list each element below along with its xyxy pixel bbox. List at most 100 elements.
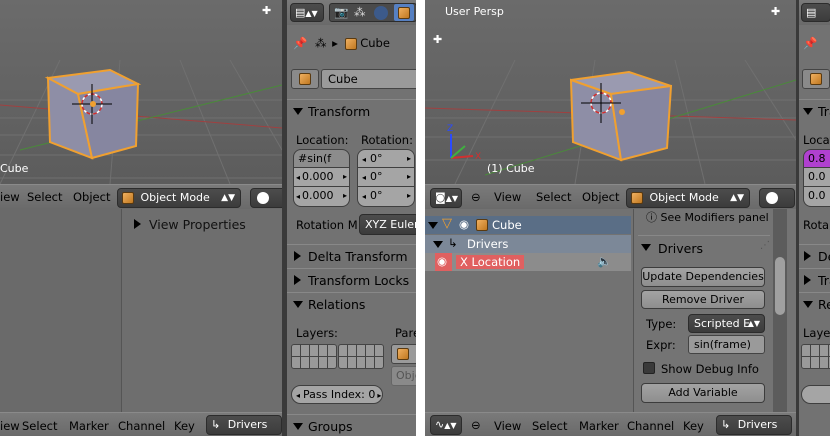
right-bottom-collapse-icon[interactable]: ⊖ xyxy=(471,418,481,432)
pin-icon[interactable]: 📌 xyxy=(293,36,307,50)
right-3d-viewport[interactable]: Z X User Persp (1) Cube ✚ ✚ xyxy=(425,0,796,184)
update-dependencies-button[interactable]: Update Dependencies xyxy=(641,267,765,287)
remove-driver-button[interactable]: Remove Driver xyxy=(641,290,765,309)
transform-locks-header[interactable]: Transform Locks xyxy=(287,268,416,291)
object-tab-icon[interactable] xyxy=(394,4,414,21)
peek-delta-header[interactable]: De xyxy=(799,244,830,267)
rotation-x-field[interactable]: ◂ 0° ▸ xyxy=(357,149,415,168)
channel-row-object[interactable]: ▽ ◉ Cube xyxy=(425,216,631,234)
right-shading-selector[interactable] xyxy=(759,188,795,208)
collapse-triangle-icon xyxy=(428,222,438,229)
graph-curve-icon: ∿ xyxy=(435,418,445,431)
props-tabs[interactable]: 📷 ⁂ xyxy=(329,3,417,22)
add-variable-button[interactable]: Add Variable xyxy=(641,383,765,403)
left-mode-selector[interactable]: Object Mode ▲▼ xyxy=(117,188,241,208)
location-x-field[interactable]: #sin(f xyxy=(293,149,350,168)
layers-grid-left[interactable] xyxy=(291,344,337,369)
drivers-panel-scrollbar[interactable] xyxy=(773,209,787,412)
layers-grid-right[interactable] xyxy=(338,344,384,369)
location-y-field[interactable]: ◂ 0.000 ▸ xyxy=(293,168,350,187)
left-viewport-add-icon[interactable]: ✚ xyxy=(262,4,271,17)
left-shading-selector[interactable] xyxy=(250,188,286,208)
left-bottom-select[interactable]: Select xyxy=(22,419,57,433)
type-label: Type: xyxy=(646,317,677,331)
pass-index-field[interactable]: ◂ Pass Index: 0 ▸ xyxy=(291,385,383,404)
right-editor-type[interactable]: ◙▲▼ xyxy=(430,188,462,208)
delta-transform-header[interactable]: Delta Transform xyxy=(287,244,416,267)
right-drivers-editor-type[interactable]: ∿▲▼ xyxy=(430,415,462,435)
drivers-section-header[interactable]: Drivers ⋰ xyxy=(638,235,770,259)
left-viewport-scene xyxy=(0,59,282,184)
left-menu-view[interactable]: iew xyxy=(0,190,20,204)
location-fields: #sin(f ◂ 0.000 ▸ ◂ 0.000 ▸ xyxy=(293,149,350,207)
left-menu-object[interactable]: Object xyxy=(73,190,110,204)
left-viewport-object-label: Cube xyxy=(0,162,29,175)
parent-object-field[interactable] xyxy=(391,344,417,364)
driver-icon: ↳ xyxy=(448,236,458,250)
scene-tab-icon[interactable]: ⁂ xyxy=(354,5,366,19)
peek-relations-header[interactable]: Re xyxy=(799,292,830,315)
channel-row-drivers[interactable]: ↳ Drivers xyxy=(425,235,631,253)
peek-transform-header[interactable]: Tra xyxy=(799,99,830,122)
expression-field[interactable]: sin(frame) xyxy=(688,335,765,354)
expr-label: Expr: xyxy=(646,338,676,352)
rotation-y-field[interactable]: ◂ 0° ▸ xyxy=(357,168,415,187)
right-menu-select[interactable]: Select xyxy=(536,190,571,204)
peek-location-y[interactable]: 0.0 xyxy=(803,168,830,187)
visibility-eye-icon[interactable]: ◉ xyxy=(437,254,447,268)
right-editor-mode[interactable]: ↳ Drivers xyxy=(716,415,792,435)
left-view-properties[interactable]: View Properties xyxy=(134,217,246,232)
rotation-z-field[interactable]: ◂ 0° ▸ xyxy=(357,187,415,207)
object-name-field[interactable]: Cube xyxy=(321,69,421,89)
right-collapse-icon[interactable]: ⊖ xyxy=(471,190,481,204)
right-viewport-add-icon[interactable]: ✚ xyxy=(771,5,780,18)
left-bottom-key[interactable]: Key xyxy=(174,419,195,433)
show-debug-checkbox[interactable] xyxy=(643,362,655,374)
right-menu-object[interactable]: Object xyxy=(582,190,619,204)
right-viewport-add-icon-left[interactable]: ✚ xyxy=(433,33,442,46)
peek-pin-icon[interactable]: 📌 xyxy=(803,36,817,50)
peek-locks-header[interactable]: Tra xyxy=(799,268,830,291)
right-bottom-channel[interactable]: Channel xyxy=(627,419,674,433)
updown-arrows-icon: ▲▼ xyxy=(730,193,744,203)
rotation-mode-selector[interactable]: XYZ Euler xyxy=(359,214,419,235)
left-bottom-channel[interactable]: Channel xyxy=(118,419,165,433)
groups-header[interactable]: Groups xyxy=(287,414,416,437)
peek-location-label: Locat xyxy=(803,133,830,147)
drag-grip-icon[interactable]: ⋰ xyxy=(760,240,770,251)
mute-speaker-icon[interactable]: 🔈 xyxy=(597,254,611,268)
channel-row-x-location[interactable]: ◉ X Location 🔈 xyxy=(425,253,631,271)
right-bottom-view[interactable]: View xyxy=(494,419,521,433)
peek-layers-grid[interactable] xyxy=(801,344,830,369)
rotation-fields: ◂ 0° ▸ ◂ 0° ▸ ◂ 0° ▸ xyxy=(357,149,415,207)
location-z-field[interactable]: ◂ 0.000 ▸ xyxy=(293,187,350,207)
peek-header: ▤ xyxy=(799,0,830,25)
right-mode-selector[interactable]: Object Mode ▲▼ xyxy=(626,188,750,208)
cube-icon xyxy=(476,219,488,231)
left-bottom-view[interactable]: iew xyxy=(0,419,20,433)
right-bottom-select[interactable]: Select xyxy=(532,419,567,433)
left-editor-mode[interactable]: ↳ Drivers xyxy=(206,415,282,435)
image-separator xyxy=(416,0,425,436)
transform-panel-header[interactable]: Transform xyxy=(287,99,416,122)
relations-header[interactable]: Relations xyxy=(287,292,416,315)
left-3d-viewport[interactable]: Cube ✚ xyxy=(0,0,282,184)
world-tab-icon[interactable] xyxy=(374,6,388,20)
peek-pass-index[interactable] xyxy=(801,385,830,404)
driver-type-selector[interactable]: Scripted E ▲▼ xyxy=(688,314,765,333)
left-bottom-marker[interactable]: Marker xyxy=(69,419,109,433)
right-bottom-key[interactable]: Key xyxy=(683,419,704,433)
right-viewport-persp-label: User Persp xyxy=(445,5,504,18)
props-editor-type[interactable]: ▤▲▼ xyxy=(290,3,324,22)
scrollbar-thumb[interactable] xyxy=(775,257,785,315)
peek-location-z[interactable]: 0.0 xyxy=(803,187,830,207)
peek-editor-type[interactable]: ▤ xyxy=(801,3,830,22)
peek-location-x[interactable]: 0.8 xyxy=(803,149,830,168)
right-menu-view[interactable]: View xyxy=(494,190,521,204)
left-menu-select[interactable]: Select xyxy=(27,190,62,204)
left-area-divider[interactable] xyxy=(282,0,286,436)
right-bottom-marker[interactable]: Marker xyxy=(579,419,619,433)
visibility-eye-icon[interactable]: ◉ xyxy=(459,217,469,231)
render-tab-icon[interactable]: 📷 xyxy=(334,5,348,19)
parent-type-field[interactable]: Obje xyxy=(391,366,421,386)
